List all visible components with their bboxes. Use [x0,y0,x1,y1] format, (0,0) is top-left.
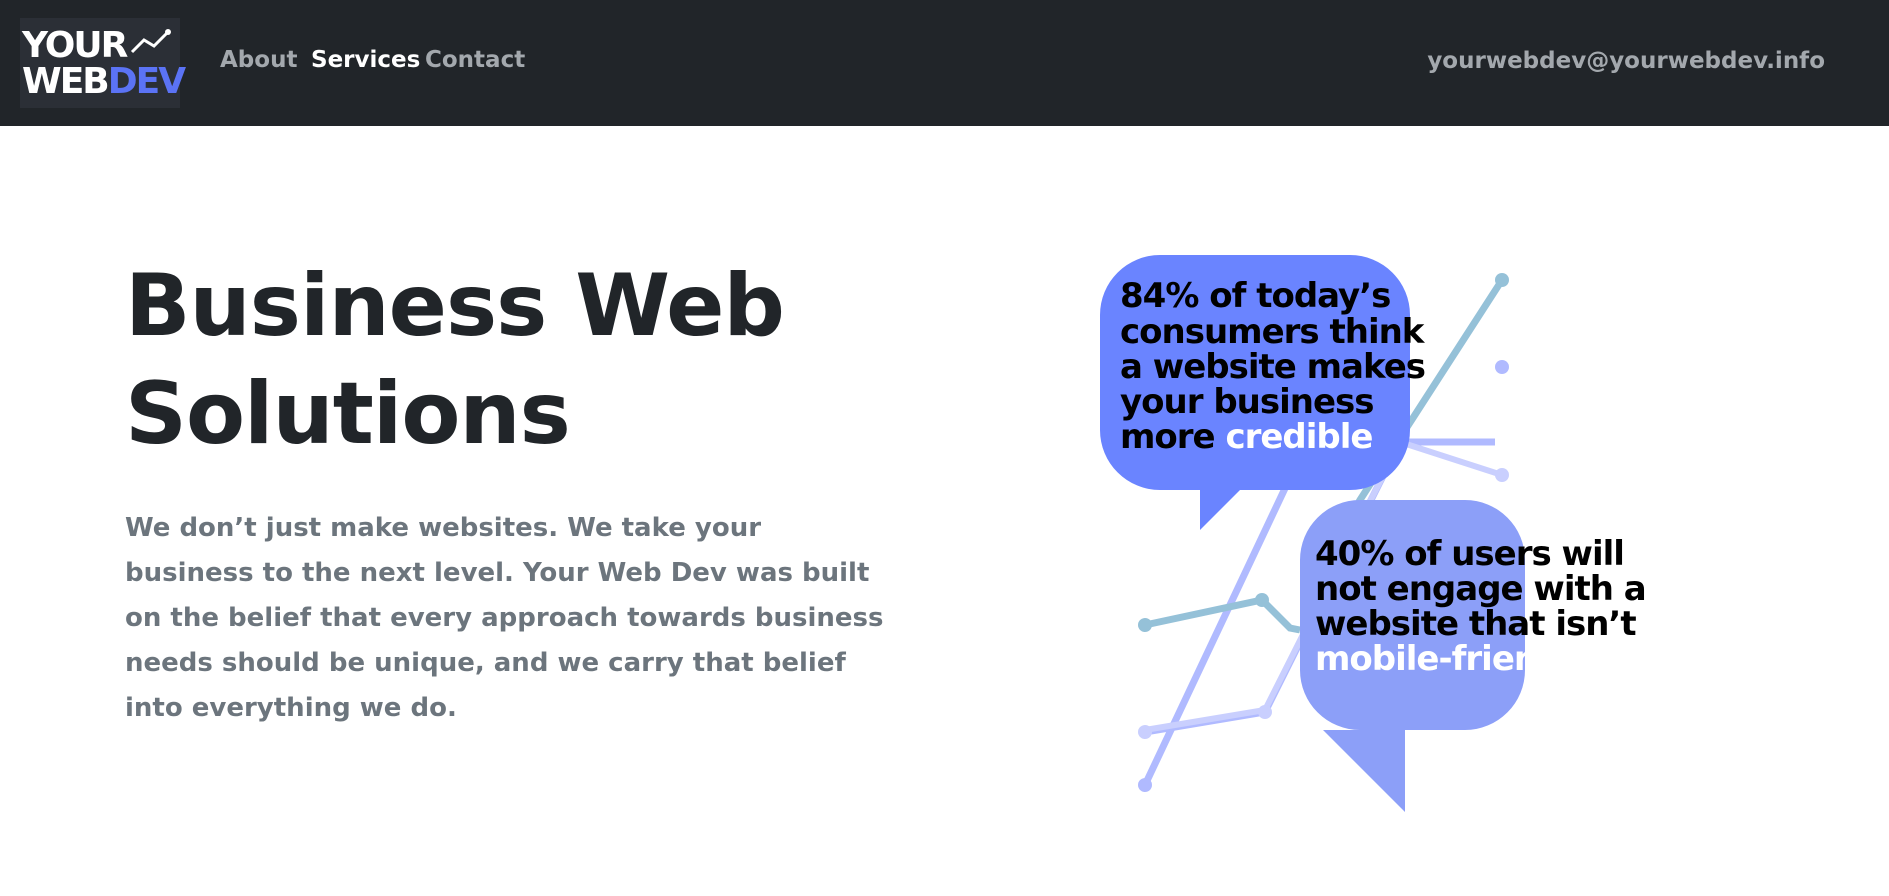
logo-line1: YOUR [22,25,128,66]
bubble1-line2: consumers think [1120,312,1426,352]
bubble2-highlight: mobile-friendly [1315,639,1593,679]
bubble2-line1: 40% of users will [1315,534,1624,574]
bubble1-prefix: more [1120,417,1225,457]
bubble1-line4: your business [1120,382,1374,422]
page-title: Business Web Solutions [125,256,785,464]
svg-text:84% of today’s: 84% of today’s [1120,276,1390,316]
nav-about-link[interactable]: About [220,47,297,73]
bubble1-line1: 84% of today’s [1120,276,1390,316]
stats-graphic: 84% of today’s consumers think a website… [1100,255,1647,812]
stat-bubble-mobile: 40% of users will not engage with a webs… [1300,500,1647,812]
hero-description: We don’t just make websites. We take you… [125,513,884,723]
navbar: YOUR WEBDEV About Services Contact yourw… [0,0,1889,126]
bubble2-line3: website that isn’t [1315,604,1636,644]
nav-contact-link[interactable]: Contact [425,47,525,73]
brand-logo[interactable]: YOUR WEBDEV [20,18,186,108]
logo-dev: DEV [107,61,186,102]
nav-services-link[interactable]: Services [311,47,420,73]
logo-line2: WEBDEV [22,61,186,102]
bubble1-highlight: credible [1225,417,1372,457]
bubble1-line5: more credible [1120,417,1372,457]
logo-web: WEB [22,61,110,102]
email-link[interactable]: yourwebdev@yourwebdev.info [1427,48,1825,74]
trend-icon [130,29,171,54]
bubble2-line2: not engage with a [1315,569,1646,609]
bubble1-line3: a website makes [1120,347,1425,387]
